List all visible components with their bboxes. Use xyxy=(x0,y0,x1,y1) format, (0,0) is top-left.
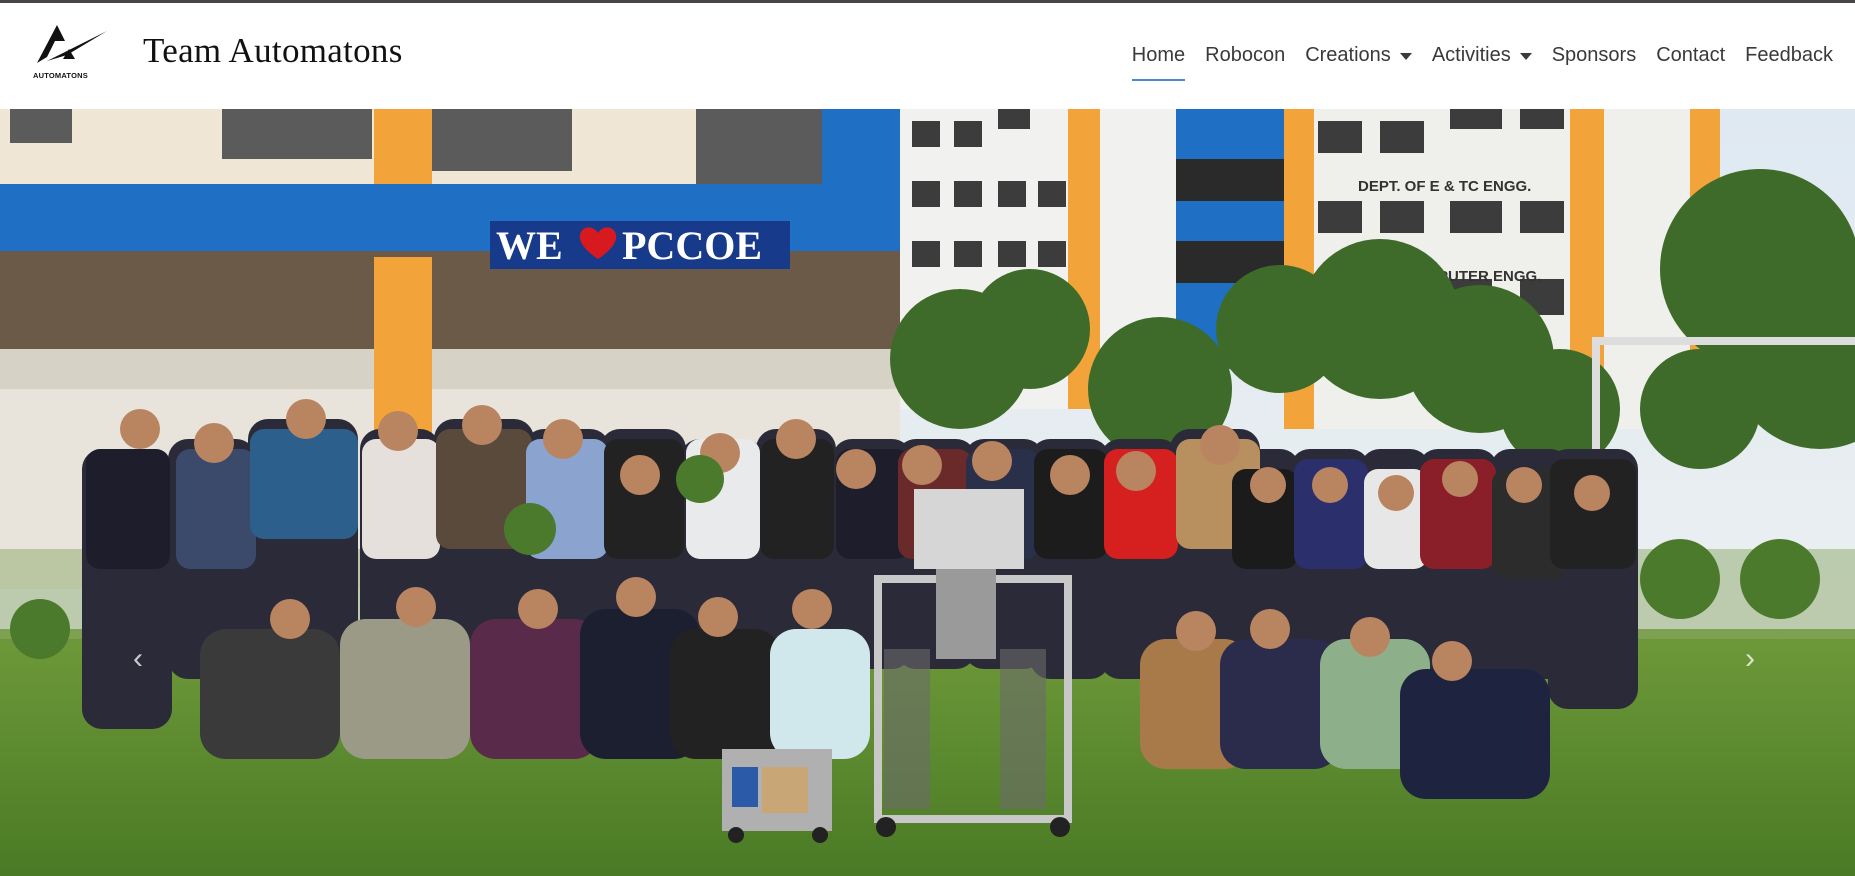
main-nav: Home Robocon Creations Activities Sponso… xyxy=(1122,39,1843,81)
nav-home[interactable]: Home xyxy=(1122,39,1195,81)
brand-link[interactable]: AUTOMATONS Team Automatons xyxy=(33,23,403,83)
carousel-next-button[interactable]: › xyxy=(1730,629,1770,689)
chevron-right-icon: › xyxy=(1745,642,1755,675)
nav-creations-dropdown[interactable]: Creations xyxy=(1295,39,1422,71)
nav-activities-dropdown[interactable]: Activities xyxy=(1422,39,1542,71)
nav-contact[interactable]: Contact xyxy=(1646,39,1735,71)
sign-we: WE xyxy=(496,223,563,268)
hero-carousel: WE PCCOE DEPT. OF E & TC ENGG. OF COMPUT… xyxy=(0,109,1855,876)
nav-feedback[interactable]: Feedback xyxy=(1735,39,1843,71)
navbar: AUTOMATONS Team Automatons Home Robocon … xyxy=(0,3,1855,109)
sign-pccoe: PCCOE xyxy=(622,223,762,268)
caret-down-icon xyxy=(1399,52,1412,60)
nav-sponsors[interactable]: Sponsors xyxy=(1542,39,1647,71)
team-photo: WE PCCOE DEPT. OF E & TC ENGG. OF COMPUT… xyxy=(0,109,1855,876)
nav-robocon[interactable]: Robocon xyxy=(1195,39,1295,71)
dept-etc-sign: DEPT. OF E & TC ENGG. xyxy=(1358,178,1531,195)
carousel-prev-button[interactable]: ‹ xyxy=(118,629,158,689)
caret-down-icon xyxy=(1519,52,1532,60)
brand-name: Team Automatons xyxy=(143,31,403,70)
chevron-left-icon: ‹ xyxy=(133,642,143,675)
automatons-logo: AUTOMATONS xyxy=(33,23,111,83)
